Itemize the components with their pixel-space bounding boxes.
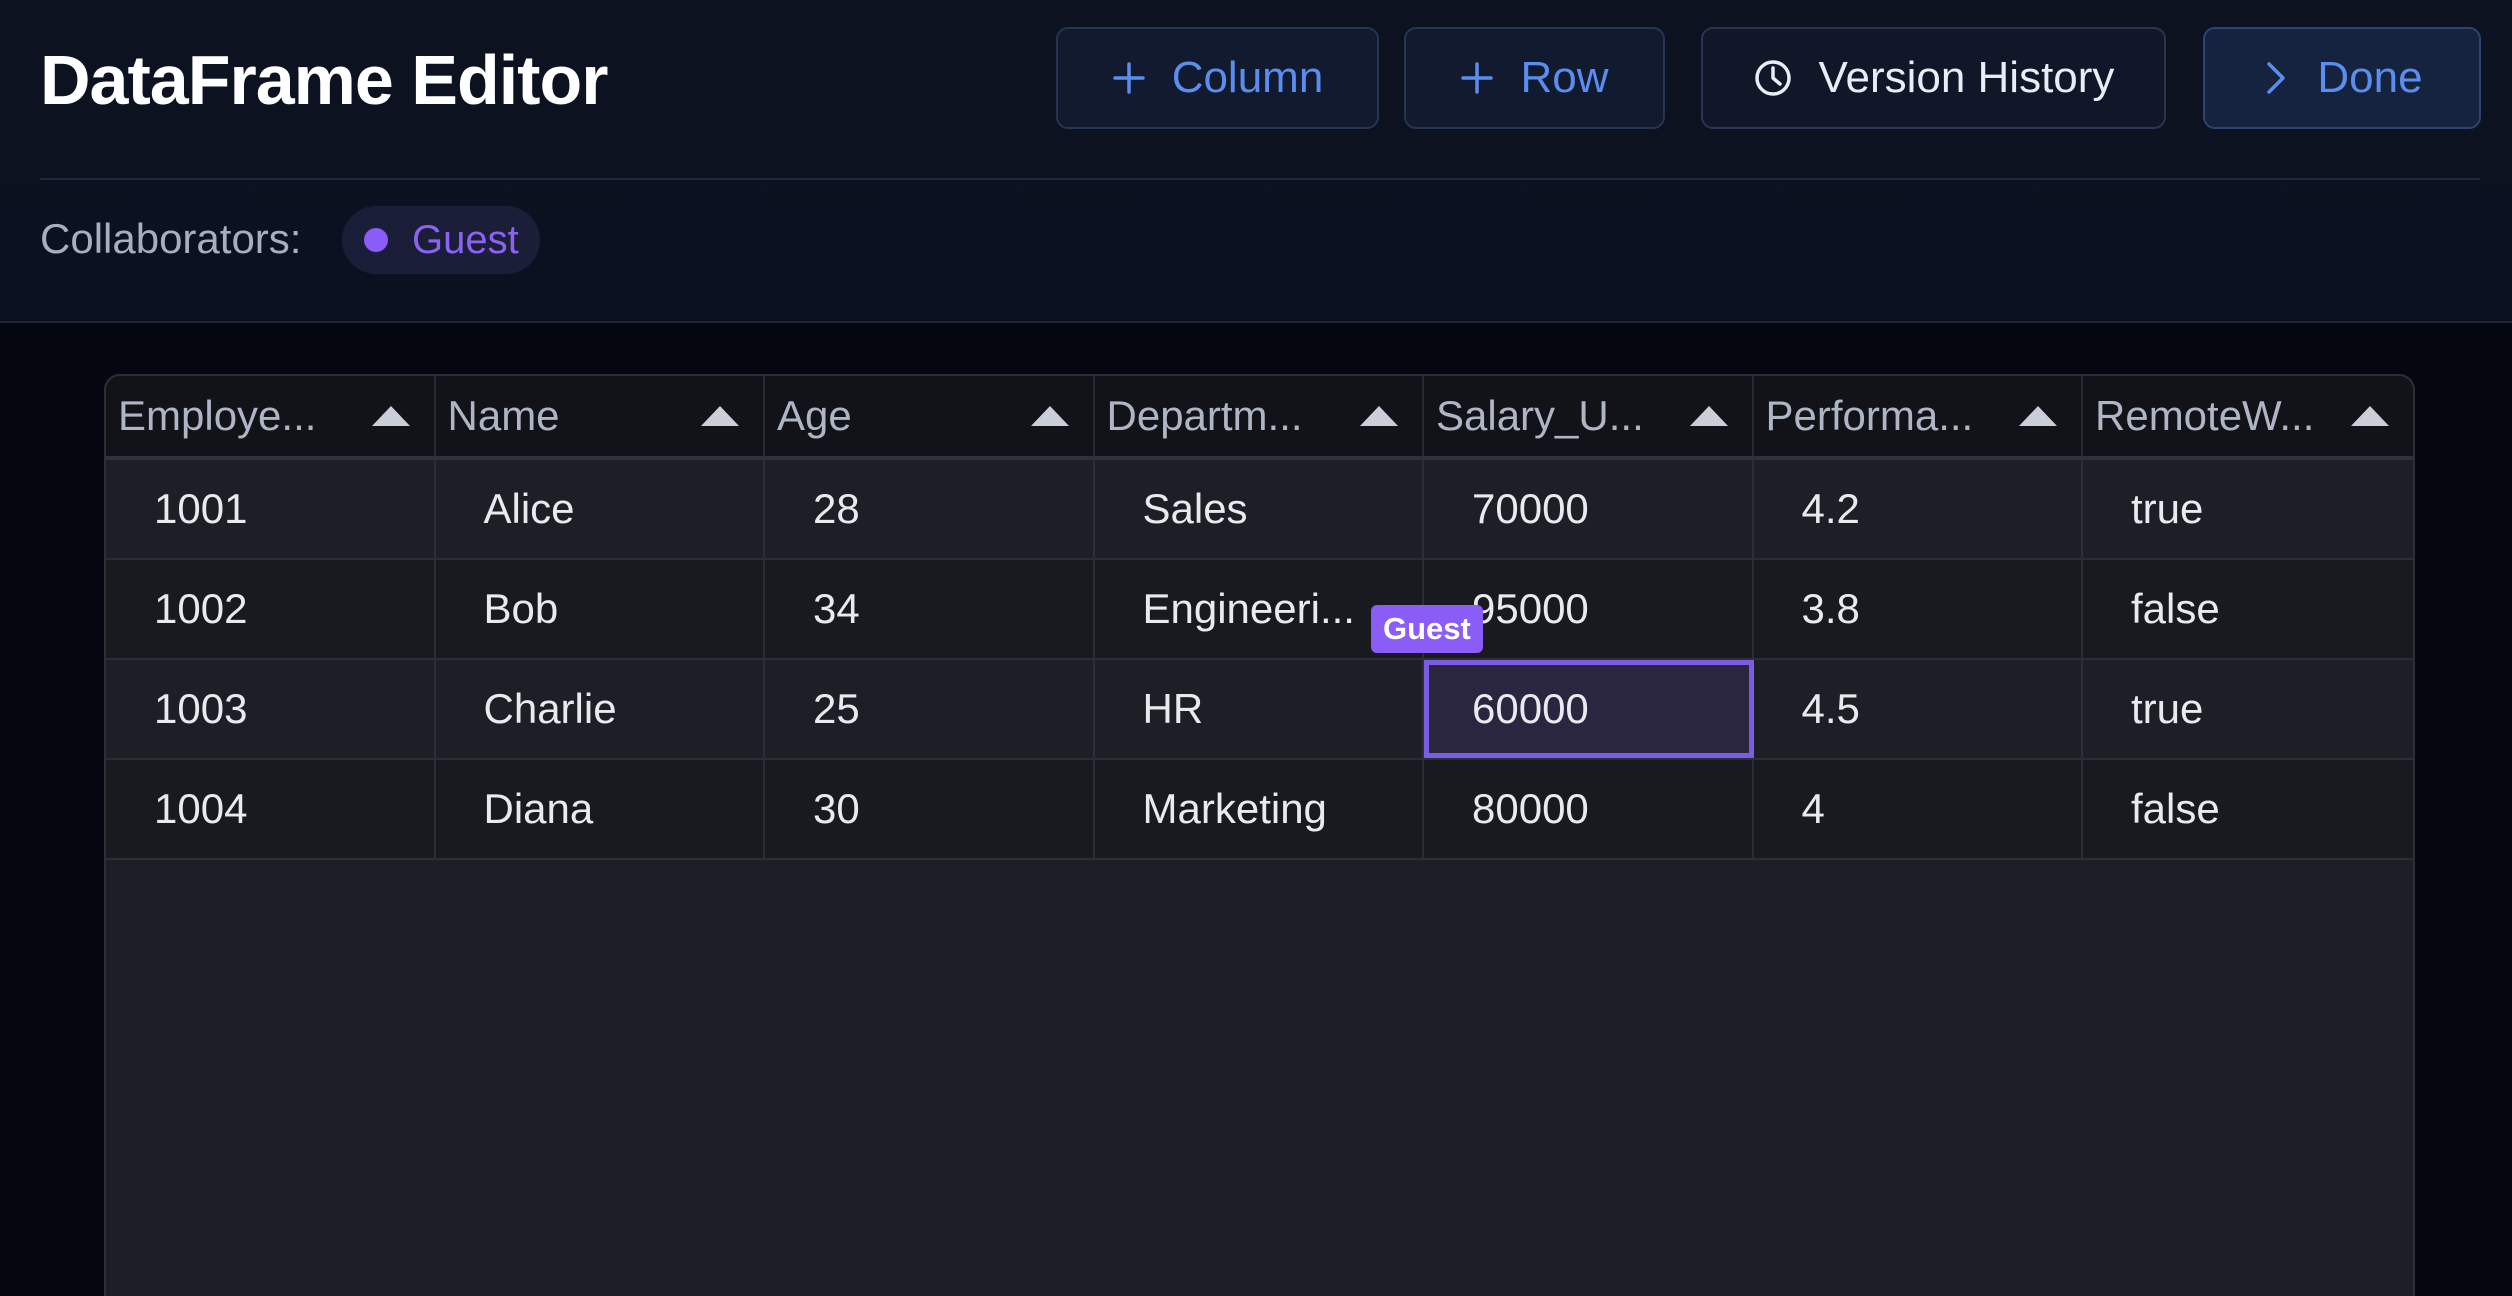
- plus-icon: [1460, 61, 1494, 95]
- column-header[interactable]: Name: [436, 376, 765, 456]
- table-cell[interactable]: 30: [765, 760, 1095, 858]
- column-header-label: Performa...: [1765, 392, 1974, 439]
- sort-ascending-icon[interactable]: [1030, 406, 1069, 426]
- table-cell[interactable]: false: [2083, 760, 2413, 858]
- column-header-label: Name: [447, 392, 560, 439]
- table-cell[interactable]: 3.8: [1754, 560, 2083, 658]
- sort-ascending-icon[interactable]: [1689, 406, 1728, 426]
- table-cell[interactable]: false: [2083, 560, 2413, 658]
- table-cell[interactable]: 4: [1754, 760, 2083, 858]
- plus-icon: [1112, 61, 1146, 95]
- column-header-label: Employe...: [118, 392, 317, 439]
- column-header[interactable]: Departm...: [1095, 376, 1424, 456]
- table-cell[interactable]: HR: [1095, 660, 1424, 758]
- data-grid: Employe... Name Age Departm... Salary_U.…: [104, 374, 2415, 1296]
- page-title: DataFrame Editor: [40, 41, 608, 119]
- table-cell[interactable]: Diana: [436, 760, 765, 858]
- table-cell[interactable]: Bob: [436, 560, 765, 658]
- column-header[interactable]: Performa...: [1754, 376, 2083, 456]
- table-cell[interactable]: 28: [765, 460, 1095, 558]
- column-header[interactable]: Age: [765, 376, 1095, 456]
- add-column-label: Column: [1171, 53, 1324, 102]
- column-header-label: Departm...: [1106, 392, 1303, 439]
- column-header-label: RemoteW...: [2095, 392, 2315, 439]
- sort-ascending-icon[interactable]: [2350, 406, 2389, 426]
- table-cell[interactable]: true: [2083, 460, 2413, 558]
- table-cell[interactable]: 25: [765, 660, 1095, 758]
- table-cell[interactable]: 1001: [106, 460, 436, 558]
- chevron-right-icon: [2261, 58, 2291, 98]
- collaborator-dot: [364, 228, 388, 252]
- sort-ascending-icon[interactable]: [2019, 406, 2057, 426]
- done-label: Done: [2317, 53, 2423, 102]
- add-row-button[interactable]: Row: [1404, 27, 1665, 129]
- clock-icon: [1753, 58, 1793, 98]
- editor-header: DataFrame Editor Column Row Version Hist…: [0, 0, 2512, 323]
- table-cell[interactable]: Charlie: [436, 660, 765, 758]
- table-row: 1004 Diana 30 Marketing 80000 4 false: [106, 760, 2413, 860]
- collaborator-badge[interactable]: Guest: [342, 206, 540, 274]
- column-header[interactable]: RemoteW...: [2083, 376, 2413, 456]
- table-cell[interactable]: Alice: [436, 460, 765, 558]
- sort-ascending-icon[interactable]: [701, 406, 739, 426]
- sort-ascending-icon[interactable]: [371, 406, 410, 426]
- column-header[interactable]: Salary_U...: [1424, 376, 1754, 456]
- table-cell[interactable]: true: [2083, 660, 2413, 758]
- table-cell[interactable]: 70000: [1424, 460, 1754, 558]
- table-cell[interactable]: 80000: [1424, 760, 1754, 858]
- table-cell[interactable]: 4.5: [1754, 660, 2083, 758]
- header-divider: [40, 178, 2480, 180]
- column-header[interactable]: Employe...: [106, 376, 436, 456]
- table-row: 1003 Charlie 25 HR 60000 4.5 true: [106, 660, 2413, 760]
- table-cell[interactable]: 34: [765, 560, 1095, 658]
- grid-body: 1001 Alice 28 Sales 70000 4.2 true 1002 …: [106, 460, 2413, 860]
- table-cell[interactable]: 1004: [106, 760, 436, 858]
- add-row-label: Row: [1520, 53, 1609, 102]
- dataframe-editor-app: DataFrame Editor Column Row Version Hist…: [0, 0, 2512, 1296]
- table-cell[interactable]: Sales: [1095, 460, 1424, 558]
- table-cell[interactable]: Marketing: [1095, 760, 1424, 858]
- sort-ascending-icon[interactable]: [1360, 406, 1398, 426]
- selected-cell[interactable]: 60000: [1424, 660, 1754, 758]
- table-cell[interactable]: 1002: [106, 560, 436, 658]
- grid-header-row: Employe... Name Age Departm... Salary_U.…: [106, 376, 2413, 460]
- table-cell[interactable]: 1003: [106, 660, 436, 758]
- version-history-label: Version History: [1818, 53, 2115, 102]
- column-header-label: Age: [777, 392, 852, 439]
- collaborator-name: Guest: [412, 217, 519, 262]
- table-cell[interactable]: 4.2: [1754, 460, 2083, 558]
- version-history-button[interactable]: Version History: [1701, 27, 2166, 129]
- collaborators-label: Collaborators:: [40, 215, 302, 262]
- table-row: 1001 Alice 28 Sales 70000 4.2 true: [106, 460, 2413, 560]
- table-row: 1002 Bob 34 Engineeri... 95000 3.8 false: [106, 560, 2413, 660]
- column-header-label: Salary_U...: [1436, 392, 1644, 439]
- collaborator-cursor-tag: Guest: [1371, 605, 1483, 653]
- add-column-button[interactable]: Column: [1056, 27, 1379, 129]
- done-button[interactable]: Done: [2203, 27, 2481, 129]
